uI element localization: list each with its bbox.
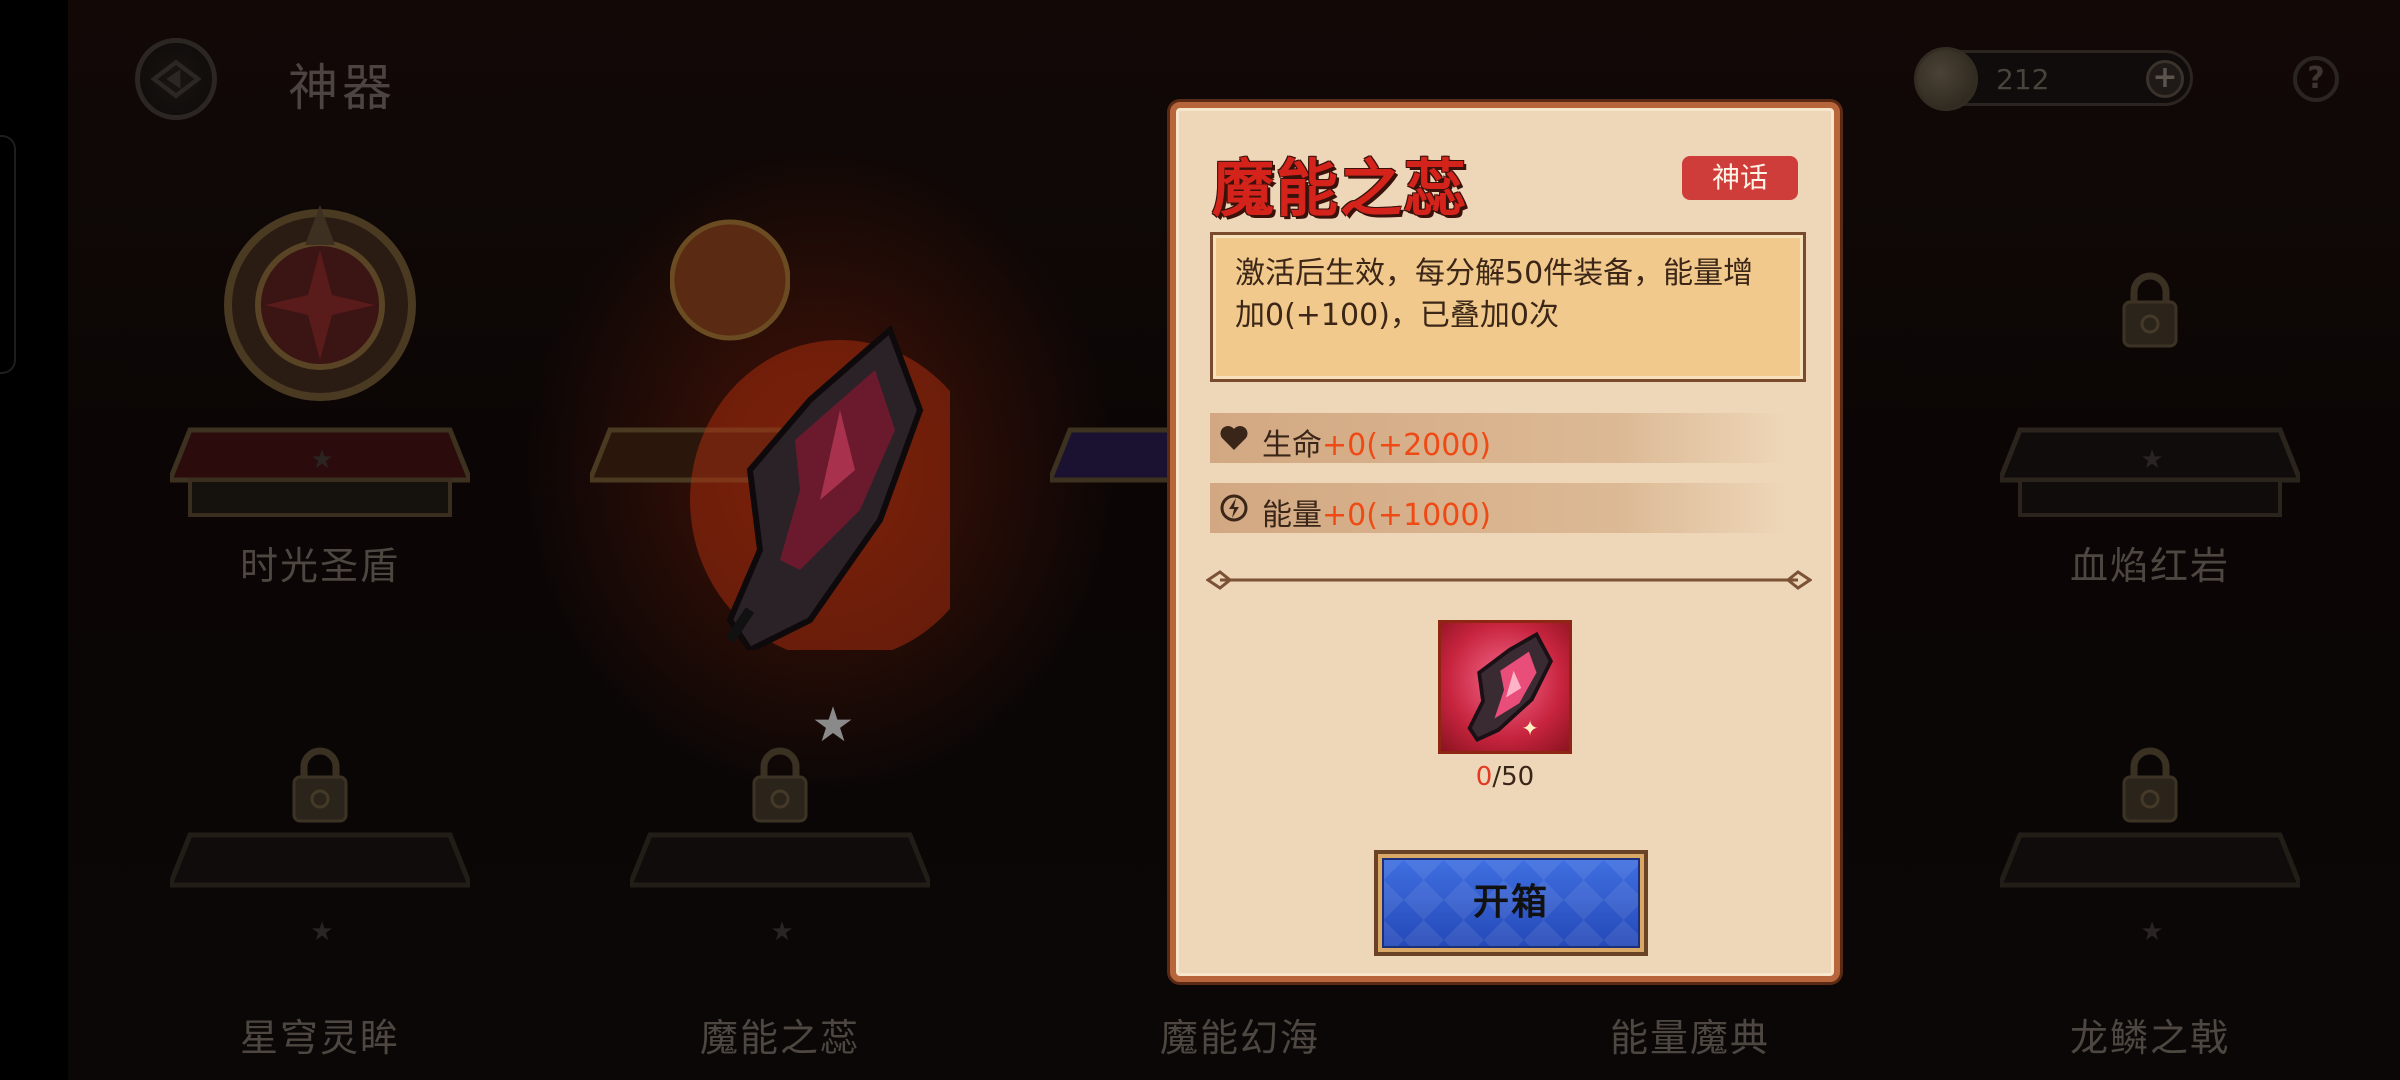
svg-text:✦: ✦ <box>1521 716 1539 741</box>
stat-row-life: 生命+0(+2000) <box>1210 413 1790 463</box>
fragment-count: 0/50 <box>1475 762 1535 792</box>
open-box-label: 开箱 <box>1382 858 1640 948</box>
artifact-fragment-icon[interactable]: ✦ <box>1438 620 1572 754</box>
game-screen: 神器 212 + ? ★ 时光圣盾 ★ ★ 血焰红岩 ★ 星穹灵眸 ★ 魔能之蕊… <box>0 0 2400 1080</box>
artifact-detail-modal: 魔能之蕊 神话 激活后生效，每分解50件装备，能量增加0(+100)，已叠加0次… <box>1170 102 1840 982</box>
rarity-badge: 神话 <box>1682 156 1798 200</box>
stat-text: 生命+0(+2000) <box>1262 428 1492 463</box>
description-box: 激活后生效，每分解50件装备，能量增加0(+100)，已叠加0次 <box>1210 232 1806 382</box>
divider <box>1205 568 1813 592</box>
heart-icon <box>1218 422 1250 454</box>
modal-title: 魔能之蕊 <box>1212 152 1469 225</box>
stat-text: 能量+0(+1000) <box>1262 498 1492 533</box>
energy-icon <box>1218 492 1250 524</box>
stat-row-energy: 能量+0(+1000) <box>1210 483 1790 533</box>
open-box-button[interactable]: 开箱 <box>1374 850 1648 956</box>
